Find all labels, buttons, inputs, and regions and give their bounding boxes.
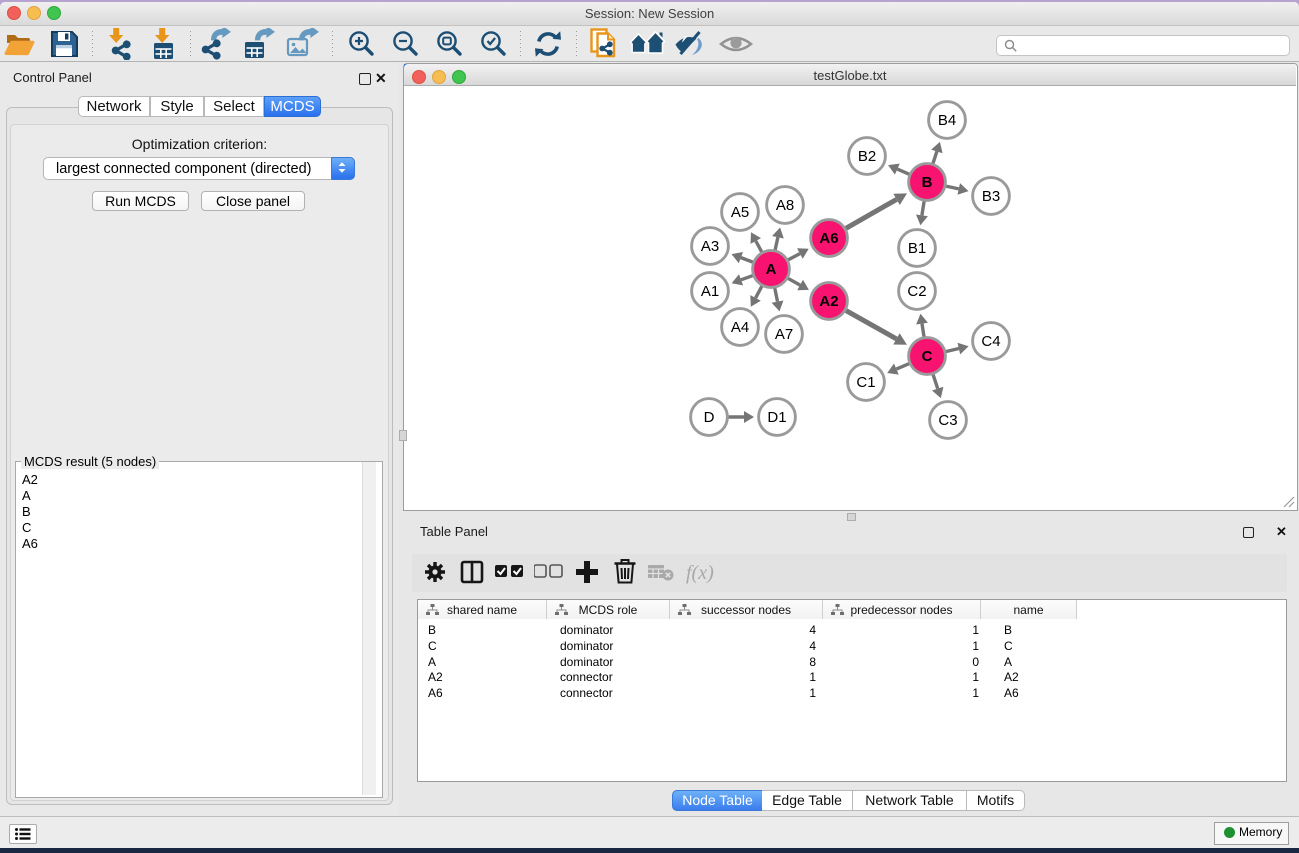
svg-text:A4: A4 [731,319,749,336]
svg-text:B3: B3 [982,188,1000,205]
svg-text:C3: C3 [938,412,957,429]
svg-text:A3: A3 [701,238,719,255]
svg-text:B1: B1 [908,240,926,257]
svg-text:D1: D1 [767,409,786,426]
svg-text:B2: B2 [858,148,876,165]
svg-text:B4: B4 [938,112,956,129]
svg-text:A6: A6 [819,230,838,247]
svg-text:A5: A5 [731,204,749,221]
svg-text:A: A [766,261,777,278]
svg-text:A1: A1 [701,283,719,300]
svg-text:B: B [922,174,933,191]
svg-text:D: D [704,409,715,426]
svg-text:C: C [922,348,933,365]
svg-text:A7: A7 [775,326,793,343]
svg-text:A2: A2 [819,293,838,310]
svg-text:C4: C4 [981,333,1000,350]
svg-text:A8: A8 [776,197,794,214]
svg-text:C1: C1 [856,374,875,391]
svg-text:C2: C2 [907,283,926,300]
